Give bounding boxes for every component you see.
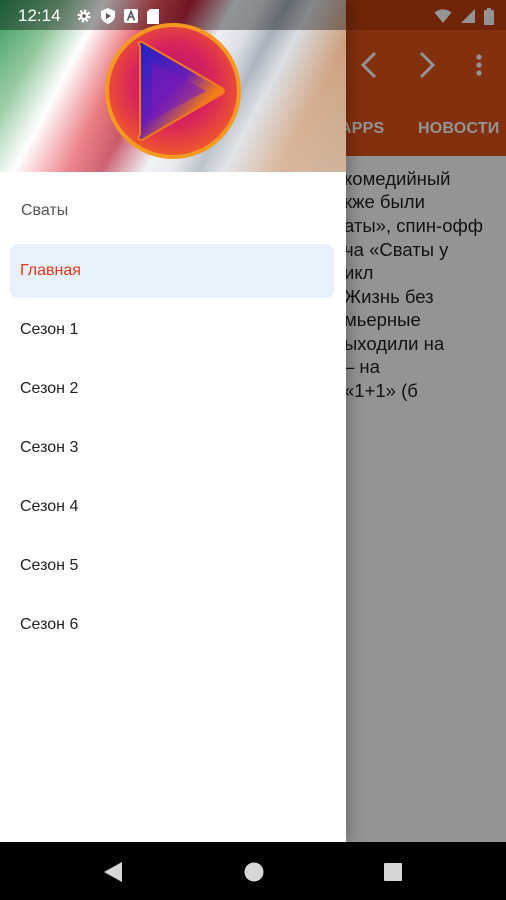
menu-item-label: Сезон 5 — [20, 557, 79, 574]
menu-item-label: Сезон 3 — [20, 439, 79, 456]
menu-item-label: Сезон 2 — [20, 380, 79, 397]
drawer-subtitle: Сваты — [21, 202, 69, 219]
menu-item-season-5[interactable]: Сезон 5 — [10, 539, 334, 593]
navigation-drawer: 12:14 Сваты Главная Сезон 1 Сезон 2 Сезо… — [0, 0, 346, 842]
triangle-back-icon[interactable] — [101, 860, 125, 884]
menu-item-label: Сезон 1 — [20, 321, 79, 338]
menu-item-season-3[interactable]: Сезон 3 — [10, 421, 334, 475]
square-recents-icon[interactable] — [381, 860, 405, 884]
status-time: 12:14 — [18, 6, 61, 25]
menu-item-label: Сезон 4 — [20, 498, 79, 515]
drawer-header: 12:14 — [0, 0, 346, 172]
menu-item-label: Сезон 6 — [20, 616, 79, 633]
menu-item-season-6[interactable]: Сезон 6 — [10, 598, 334, 652]
menu-item-season-4[interactable]: Сезон 4 — [10, 480, 334, 534]
gear-icon — [77, 9, 91, 23]
system-nav-bar — [0, 842, 506, 900]
play-logo-icon — [105, 23, 241, 159]
menu-item-home[interactable]: Главная — [10, 244, 334, 298]
menu-item-season-1[interactable]: Сезон 1 — [10, 303, 334, 357]
menu-item-label: Главная — [20, 262, 81, 279]
a-badge-icon — [124, 9, 138, 23]
circle-home-icon[interactable] — [242, 860, 266, 884]
menu-item-season-2[interactable]: Сезон 2 — [10, 362, 334, 416]
